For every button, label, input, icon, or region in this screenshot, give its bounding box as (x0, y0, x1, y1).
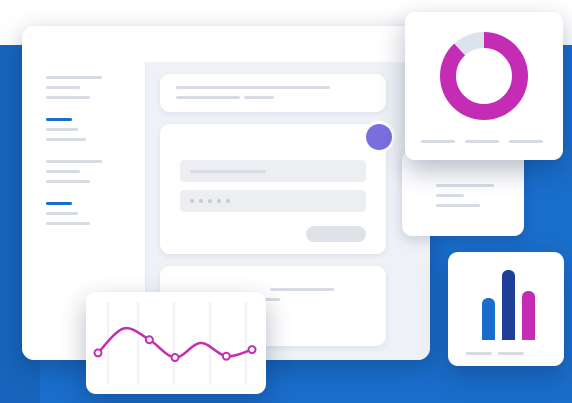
submit-button[interactable] (306, 226, 366, 242)
username-field[interactable] (180, 160, 366, 182)
legend-line (465, 140, 499, 143)
sidebar-item-active-marker[interactable] (46, 202, 72, 205)
data-point (247, 345, 257, 355)
legend-line (421, 140, 455, 143)
header-card (160, 74, 386, 112)
legend-line (466, 352, 492, 355)
window-header (22, 26, 430, 63)
sidebar-line (46, 76, 102, 79)
sidebar-line (46, 170, 80, 173)
sidebar-line (46, 86, 80, 89)
sidebar-line (46, 222, 90, 225)
sidebar-item-active-marker[interactable] (46, 118, 72, 121)
data-point (93, 348, 103, 358)
data-point (170, 353, 180, 363)
bar-base (482, 334, 495, 340)
card-line (436, 184, 494, 187)
data-point (221, 351, 231, 361)
bar-chart (482, 270, 535, 340)
card-line (176, 86, 330, 89)
sidebar-line (46, 138, 86, 141)
password-mask (190, 199, 230, 203)
card-line (270, 288, 334, 291)
bar (482, 298, 495, 340)
donut-chart (440, 32, 528, 120)
sidebar-line (46, 128, 78, 131)
sidebar-line (46, 96, 90, 99)
bar (522, 291, 535, 340)
sidebar-line (46, 180, 90, 183)
sidebar-line (46, 212, 78, 215)
line-chart-card (86, 292, 266, 394)
password-field[interactable] (180, 190, 366, 212)
legend-line (509, 140, 543, 143)
data-point (144, 335, 154, 345)
card-line (436, 204, 480, 207)
card-line (436, 194, 464, 197)
card-line (244, 96, 274, 99)
legend-line (498, 352, 524, 355)
bar-chart-card (448, 252, 564, 366)
bar (502, 270, 515, 340)
login-form-card (160, 124, 386, 254)
sidebar-line (46, 160, 102, 163)
username-placeholder (190, 170, 266, 173)
info-card (402, 150, 524, 236)
donut-arc (440, 32, 528, 120)
avatar[interactable] (366, 124, 392, 150)
bar-base (502, 334, 515, 340)
line-chart (93, 302, 257, 384)
card-line (176, 96, 240, 99)
bar-base (522, 334, 535, 340)
donut-chart-card (405, 12, 563, 160)
